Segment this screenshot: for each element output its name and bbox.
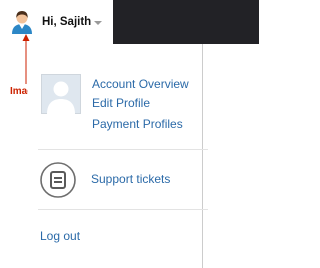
user-greeting[interactable]: Hi, Sajith	[42, 16, 91, 28]
edit-profile-link[interactable]: Edit Profile	[92, 96, 150, 110]
payment-profiles-link[interactable]: Payment Profiles	[92, 117, 183, 131]
user-avatar-icon	[12, 11, 32, 34]
user-menu-toggle[interactable]: Hi, Sajith	[0, 0, 113, 44]
chevron-down-icon[interactable]	[94, 21, 102, 25]
menu-divider	[38, 149, 208, 150]
profile-placeholder-icon	[41, 74, 81, 114]
logout-link[interactable]: Log out	[40, 229, 80, 243]
menu-divider	[38, 209, 208, 210]
support-tickets-link[interactable]: Support tickets	[91, 172, 170, 186]
account-overview-link[interactable]: Account Overview	[92, 77, 189, 91]
ticket-icon[interactable]	[40, 162, 76, 198]
